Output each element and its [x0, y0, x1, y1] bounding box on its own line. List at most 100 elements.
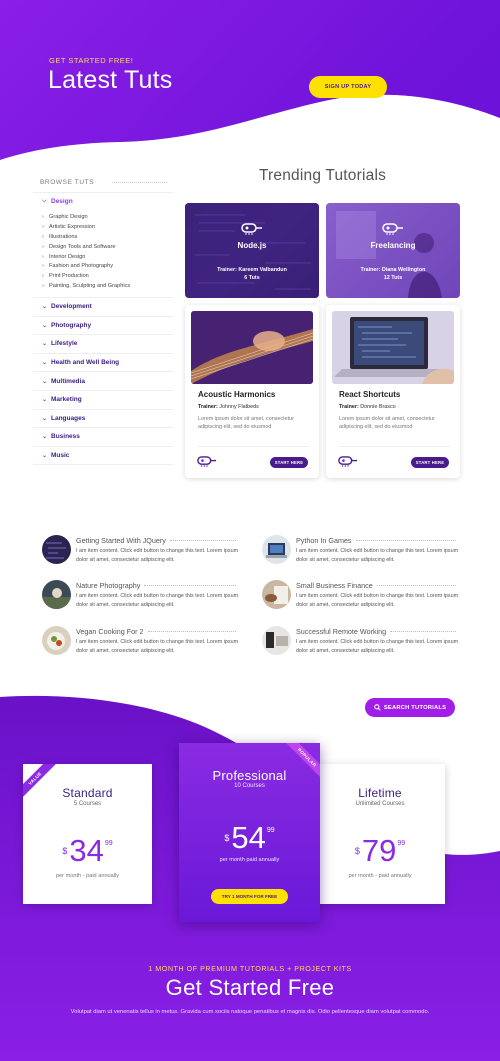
subcategory-item[interactable]: › Print Production [42, 271, 173, 281]
tile-name: Node.js [237, 241, 267, 250]
footer-title: Get Started Free [165, 975, 335, 1000]
article-item[interactable]: Small Business Finance I am item content… [262, 580, 462, 614]
article-title: Successful Remote Working [296, 627, 456, 636]
trainer-label: Trainer: [198, 404, 218, 410]
tile-nodejs[interactable]: Node.js Trainer: Kareem Valbandun 6 Tuts [185, 203, 319, 298]
article-title: Python In Games [296, 536, 456, 545]
subcategory-label: Painting, Sculpting and Graphics [49, 283, 131, 290]
article-thumbnail [42, 580, 71, 609]
design-subcategories: › Graphic Design › Artistic Expression › Il… [33, 211, 173, 297]
chevron-right-icon: › [42, 214, 44, 221]
article-title-text: Small Business Finance [296, 581, 373, 590]
article-title: Getting Started With JQuery [76, 536, 236, 545]
article-title: Vegan Cooking For 2 [76, 627, 236, 636]
plan-courses: 5 Courses [73, 801, 102, 807]
article-thumbnail [262, 535, 291, 564]
trainer-name: Johnny Flatbeds [219, 404, 259, 410]
tile-trainer: Trainer: Kareem Valbandun [217, 267, 287, 273]
category-label: Music [51, 452, 70, 460]
node-icon [241, 223, 262, 235]
chevron-down-icon: ⌵ [42, 198, 47, 205]
article-title-text: Vegan Cooking For 2 [76, 627, 144, 636]
tile-freelancing[interactable]: Freelancing Trainer: Diana Wellington 12… [326, 203, 460, 298]
article-item[interactable]: Successful Remote Working I am item cont… [262, 626, 462, 660]
plan-price: $34 99 [23, 833, 152, 868]
category-lifestyle[interactable]: ⌄ Lifestyle [33, 334, 173, 353]
tile-trainer: Trainer: Diana Wellington [360, 267, 426, 273]
plan-price: $54 99 [179, 822, 320, 853]
subcategory-label: Graphic Design [49, 214, 88, 221]
article-title-text: Nature Photography [76, 581, 141, 590]
plan-name: Professional [212, 768, 287, 783]
card-trainer: Trainer: Johnny Flatbeds [198, 404, 259, 410]
footer-eyebrow: 1 MONTH OF PREMIUM TUTORIALS + PROJECT K… [148, 964, 352, 973]
browse-sidebar: BROWSE TUTS ⌵ Design › Graphic Design › Ar… [33, 172, 173, 466]
subcategory-label: Design Tools and Software [49, 243, 116, 250]
subcategory-item[interactable]: › Design Tools and Software [42, 242, 173, 252]
category-languages[interactable]: ⌄ Languages [33, 408, 173, 428]
chevron-down-icon: ⌄ [42, 453, 48, 460]
category-photography[interactable]: ⌄ Photography [33, 315, 173, 335]
subcategory-label: Artistic Expression [49, 224, 96, 231]
chevron-down-icon: ⌄ [42, 341, 48, 348]
card-title: React Shortcuts [339, 390, 401, 399]
plan-billing: per month - paid annually [55, 873, 120, 879]
plan-billing: per month paid annually [219, 857, 280, 863]
subcategory-label: Print Production [49, 273, 89, 280]
plan-standard: VALUE Standard 5 Courses $34 99 per month… [23, 764, 152, 904]
subcategory-item[interactable]: › Fashion and Photography [42, 262, 173, 272]
plan-billing: per month - paid annually [348, 873, 412, 879]
footer-description: Volutpat diam ut venenatis tellus in met… [70, 1009, 430, 1015]
category-development[interactable]: ⌄ Development [33, 296, 173, 316]
category-multimedia[interactable]: ⌄ Multimedia [33, 371, 173, 390]
price-amount: 79 [361, 833, 397, 868]
card-divider [339, 446, 450, 447]
freelancing-icon [382, 223, 403, 235]
plan-professional: POPULAR Professional 10 Courses $54 99 pe… [179, 743, 320, 922]
try-free-button[interactable]: TRY 1 MONTH FOR FREE [211, 889, 288, 904]
subcategory-item[interactable]: › Artistic Expression [42, 222, 173, 232]
article-item[interactable]: Python In Games I am item content. Click… [262, 535, 462, 569]
price-amount: 34 [69, 833, 104, 868]
article-description: I am item content. Click edit button to … [296, 639, 459, 654]
trainer-name: Donnie Brasco [360, 404, 396, 410]
subcategory-item[interactable]: › Illustrations [42, 232, 173, 242]
chevron-right-icon: › [42, 224, 44, 231]
chevron-right-icon: › [42, 283, 44, 290]
article-item[interactable]: Vegan Cooking For 2 I am item content. C… [42, 626, 242, 660]
subcategory-item[interactable]: › Painting, Sculpting and Graphics [42, 281, 173, 291]
course-card-acoustic: Acoustic Harmonics Trainer: Johnny Flatb… [185, 305, 319, 478]
article-title-text: Successful Remote Working [296, 627, 387, 636]
category-design[interactable]: ⌵ Design [33, 192, 173, 211]
category-business[interactable]: ⌄ Business [33, 427, 173, 446]
category-label: Multimedia [51, 377, 85, 385]
card-trainer: Trainer: Donnie Brasco [339, 404, 396, 410]
trainer-label: Trainer: [339, 404, 359, 410]
hero-banner: GET STARTED FREE! Latest Tuts SIGN UP TO… [0, 0, 500, 170]
start-here-button[interactable]: START HERE [270, 457, 308, 468]
sign-up-button[interactable]: SIGN UP TODAY [309, 76, 387, 98]
card-description: Lorem ipsum dolor sit amet, consectetur … [198, 416, 294, 430]
article-item[interactable]: Getting Started With JQuery I am item co… [42, 535, 242, 569]
hero-title: Latest Tuts [48, 66, 173, 94]
category-health[interactable]: ⌄ Health and Well Being [33, 352, 173, 372]
chevron-down-icon: ⌄ [42, 415, 48, 422]
plan-name: Lifetime [358, 786, 402, 800]
category-music[interactable]: ⌄ Music [33, 445, 173, 465]
subcategory-item[interactable]: › Interior Design [42, 252, 173, 262]
category-marketing[interactable]: ⌄ Marketing [33, 389, 173, 409]
subcategory-item[interactable]: › Graphic Design [42, 213, 173, 223]
browse-heading: BROWSE TUTS [40, 172, 173, 192]
course-card-react: React Shortcuts Trainer: Donnie Brasco L… [326, 305, 460, 478]
article-item[interactable]: Nature Photography I am item content. Cl… [42, 580, 242, 614]
article-title: Small Business Finance [296, 581, 456, 590]
article-thumbnail [262, 626, 291, 655]
start-here-button[interactable]: START HERE [411, 457, 449, 468]
plan-name: Standard [62, 786, 113, 800]
price-cents: 99 [266, 827, 275, 834]
category-label: Business [51, 433, 80, 441]
search-tutorials-button[interactable]: SEARCH TUTORIALS [365, 698, 455, 717]
article-description: I am item content. Click edit button to … [76, 593, 239, 608]
category-label: Marketing [51, 396, 82, 404]
hero-eyebrow: GET STARTED FREE! [49, 56, 134, 65]
